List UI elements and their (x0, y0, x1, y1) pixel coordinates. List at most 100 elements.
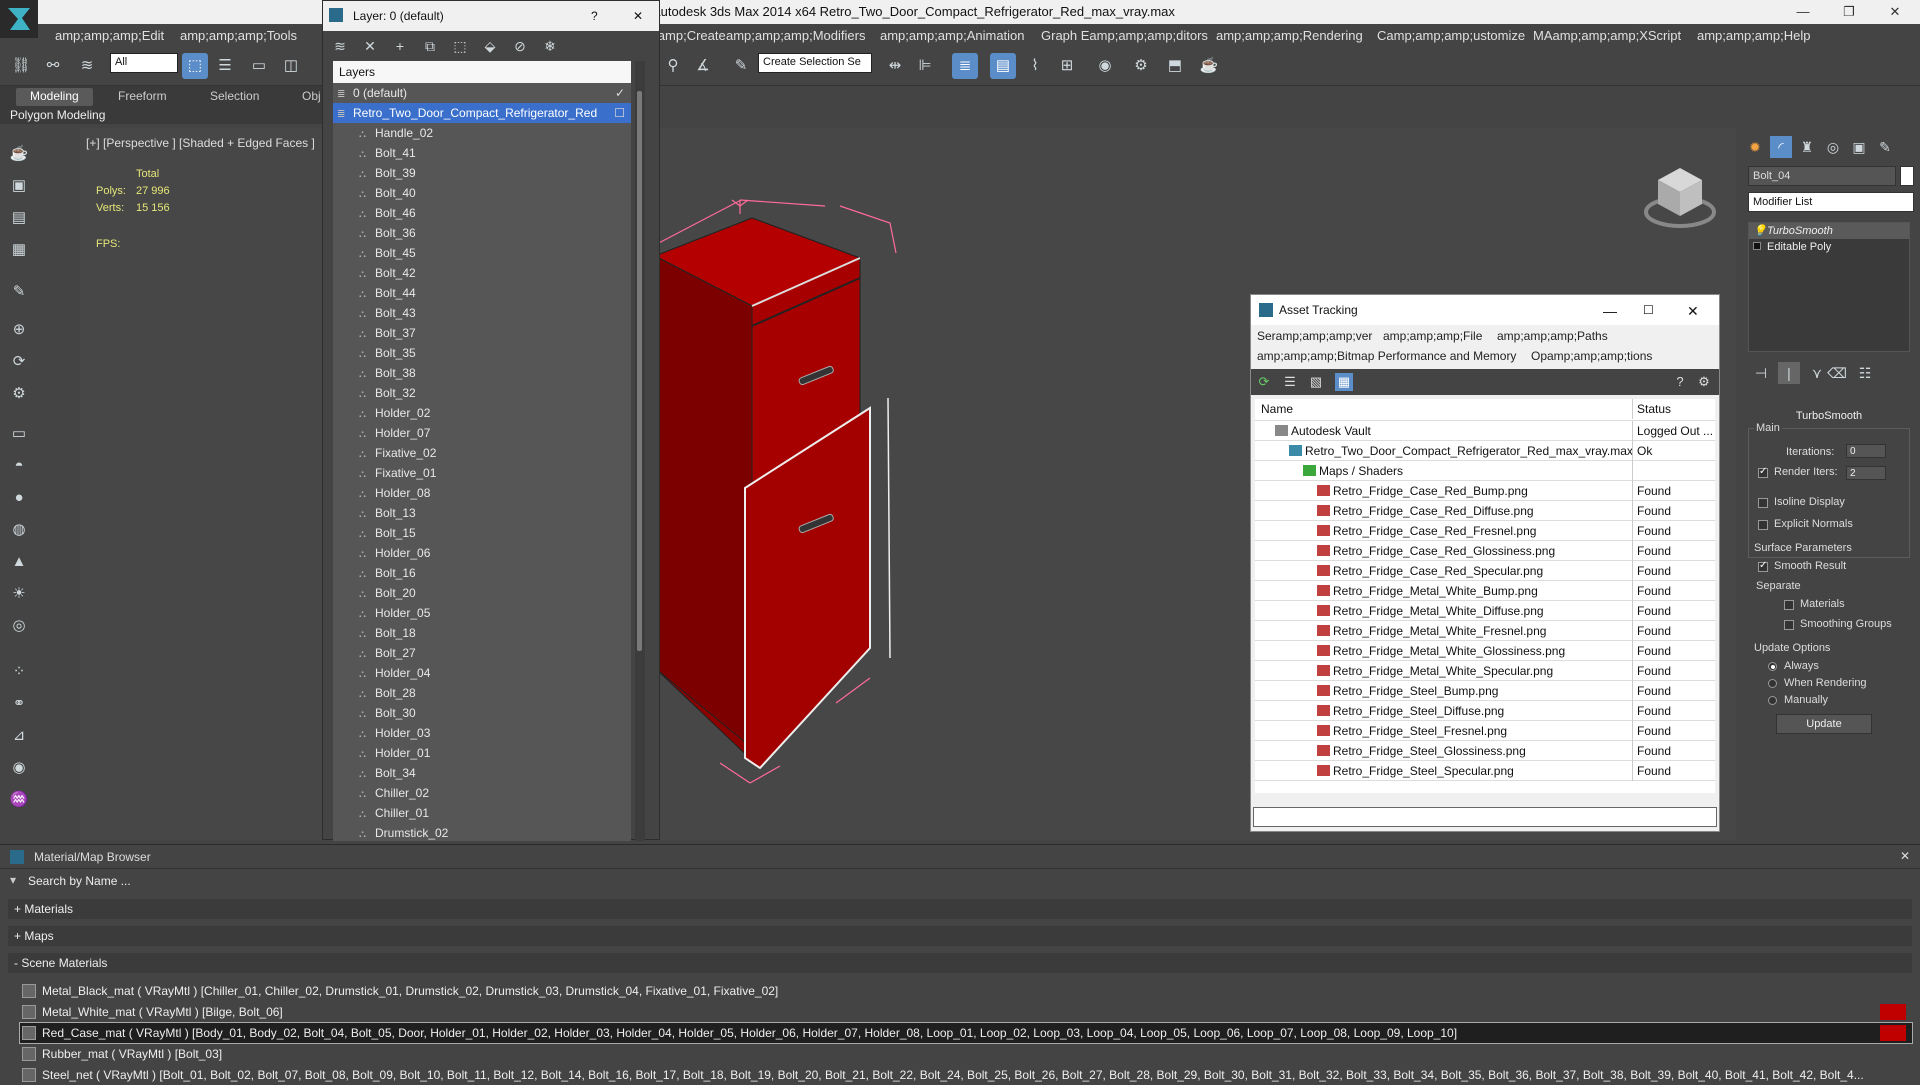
render-production-icon[interactable]: ☕ (1196, 53, 1222, 79)
add-to-layer-icon[interactable]: ⧉ (419, 36, 441, 56)
layer-scrollbar[interactable] (635, 61, 645, 841)
render-iters-spinner[interactable]: 2 (1846, 466, 1886, 480)
menu-edit[interactable]: amp;amp;amp;Edit (55, 28, 164, 43)
layer-row[interactable]: ⛬ Bolt_27 (333, 643, 631, 663)
layer-row[interactable]: ⛬ Holder_05 (333, 603, 631, 623)
asset-row[interactable]: Retro_Fridge_Metal_White_Fresnel.png Foun… (1255, 621, 1715, 641)
asset-close-button[interactable]: ✕ (1687, 303, 1699, 320)
menu-tools[interactable]: amp;amp;amp;Tools (180, 28, 297, 43)
dome-icon[interactable]: ◓ (7, 454, 31, 478)
layer-row[interactable]: ⛬ Bolt_36 (333, 223, 631, 243)
layer-row[interactable]: ⛬ Chiller_01 (333, 803, 631, 823)
named-selection-set-field[interactable]: Create Selection Se (758, 53, 872, 73)
asset-row[interactable]: Retro_Fridge_Metal_White_Bump.png Found (1255, 581, 1715, 601)
link-icon[interactable]: ⛓ (8, 53, 34, 79)
layer-row[interactable]: ⛬ Holder_08 (333, 483, 631, 503)
rect-selection-icon[interactable]: ▭ (246, 53, 272, 79)
highlight-layer-icon[interactable]: ⬙ (479, 36, 501, 56)
hierarchy-tab-icon[interactable]: ♜ (1796, 136, 1818, 158)
isoline-display-checkbox[interactable] (1758, 498, 1768, 508)
layers-column-header[interactable]: Layers (333, 61, 631, 83)
layer-row[interactable]: ⛬ Holder_04 (333, 663, 631, 683)
globe-icon[interactable]: ◉ (7, 756, 31, 780)
select-object-icon[interactable]: ⬚ (182, 53, 208, 79)
layer-row[interactable]: ⛬ Bolt_20 (333, 583, 631, 603)
layer-row[interactable]: ⛬ Bolt_42 (333, 263, 631, 283)
layer-row[interactable]: ⛬ Holder_07 (333, 423, 631, 443)
layer-row[interactable]: ⛬ Bolt_30 (333, 703, 631, 723)
layer-row[interactable]: ≣ 0 (default) ✓ (333, 83, 631, 103)
freeze-all-icon[interactable]: ❄ (539, 36, 561, 56)
asset-row[interactable]: Retro_Fridge_Case_Red_Diffuse.png Found (1255, 501, 1715, 521)
menu-customize[interactable]: Camp;amp;amp;ustomize (1377, 28, 1525, 43)
shell-icon[interactable]: ◍ (7, 518, 31, 542)
layer-row[interactable]: ⛬ Bolt_46 (333, 203, 631, 223)
restore-button[interactable]: ❐ (1826, 0, 1872, 24)
layer-row[interactable]: ⛬ Handle_02 (333, 123, 631, 143)
search-by-name-field[interactable]: Search by Name ... (28, 874, 131, 888)
browser-options-icon[interactable]: ▾ (10, 873, 16, 887)
table-view-icon[interactable]: ▦ (1335, 373, 1353, 391)
asset-row[interactable]: Retro_Fridge_Case_Red_Bump.png Found (1255, 481, 1715, 501)
graphite-toggle-icon[interactable]: ▤ (990, 53, 1016, 79)
selection-filter-dropdown[interactable]: All (110, 53, 178, 73)
update-button[interactable]: Update (1776, 714, 1872, 734)
layer-row[interactable]: ≣ Retro_Two_Door_Compact_Refrigerator_Red… (333, 103, 631, 123)
asset-row[interactable]: Retro_Fridge_Case_Red_Glossiness.png Foun… (1255, 541, 1715, 561)
asset-row[interactable]: Retro_Fridge_Metal_White_Glossiness.png F… (1255, 641, 1715, 661)
asset-row[interactable]: Retro_Fridge_Steel_Diffuse.png Found (1255, 701, 1715, 721)
close-button[interactable]: ✕ (1872, 0, 1918, 24)
layer-row[interactable]: ⛬ Bolt_37 (333, 323, 631, 343)
layer-row[interactable]: ⛬ Bolt_35 (333, 343, 631, 363)
separate-smoothing-groups-checkbox[interactable] (1784, 620, 1794, 630)
polygon-modeling-panel-label[interactable]: Polygon Modeling (10, 108, 105, 122)
tab-selection[interactable]: Selection (196, 88, 273, 106)
update-manually-radio[interactable] (1768, 696, 1777, 705)
layer-row[interactable]: ⛬ Bolt_32 (333, 383, 631, 403)
current-layer-check-icon[interactable]: ✓ (615, 83, 625, 103)
layer-row[interactable]: ⛬ Bolt_16 (333, 563, 631, 583)
layer-row[interactable]: ⛬ Bolt_43 (333, 303, 631, 323)
particles-icon[interactable]: ⁘ (7, 660, 31, 684)
layer-window-close-button[interactable]: ✕ (633, 9, 643, 23)
rotate-icon[interactable]: ⟳ (7, 350, 31, 374)
make-unique-icon[interactable]: ⋎ (1806, 362, 1828, 384)
section-materials[interactable]: + Materials (8, 899, 1912, 919)
layer-row[interactable]: ⛬ Holder_02 (333, 403, 631, 423)
section-maps[interactable]: + Maps (8, 926, 1912, 946)
refresh-icon[interactable]: ⟳ (1255, 373, 1273, 391)
asset-minimize-button[interactable]: — (1603, 303, 1617, 319)
new-layer-icon[interactable]: + (389, 36, 411, 56)
update-always-radio[interactable] (1768, 662, 1777, 671)
hide-all-icon[interactable]: ⊘ (509, 36, 531, 56)
asset-menu-paths[interactable]: amp;amp;amp;Paths (1497, 329, 1608, 343)
asset-row[interactable]: Retro_Fridge_Metal_White_Diffuse.png Foun… (1255, 601, 1715, 621)
delete-layer-icon[interactable]: ✕ (359, 36, 381, 56)
angle-snap-icon[interactable]: ∡ (690, 53, 716, 79)
utilities-tab-icon[interactable]: ✎ (1874, 136, 1896, 158)
select-by-name-icon[interactable]: ☰ (212, 53, 238, 79)
update-when-rendering-radio[interactable] (1768, 679, 1777, 688)
asset-row[interactable]: Retro_Fridge_Metal_White_Specular.png Fou… (1255, 661, 1715, 681)
asset-row[interactable]: Retro_Fridge_Steel_Fresnel.png Found (1255, 721, 1715, 741)
expand-icon[interactable] (1753, 242, 1761, 250)
scene-material-row[interactable]: Red_Case_mat ( VRayMtl ) [Body_01, Body_… (19, 1022, 1913, 1044)
bind-spacewarp-icon[interactable]: ≋ (74, 53, 100, 79)
plane-icon[interactable]: ▭ (7, 422, 31, 446)
layer-row[interactable]: ⛬ Fixative_01 (333, 463, 631, 483)
schematic-view-icon[interactable]: ⊞ (1054, 53, 1080, 79)
asset-row[interactable]: Retro_Fridge_Steel_Bump.png Found (1255, 681, 1715, 701)
layer-row[interactable]: ⛬ Bolt_38 (333, 363, 631, 383)
app-menu-button[interactable] (0, 0, 38, 38)
smooth-result-checkbox[interactable] (1758, 560, 1768, 572)
render-icon[interactable]: ▣ (7, 174, 31, 198)
layer-row[interactable]: ⛬ Holder_01 (333, 743, 631, 763)
tab-freeform[interactable]: Freeform (104, 88, 181, 106)
scene-material-row[interactable]: Metal_Black_mat ( VRayMtl ) [Chiller_01,… (20, 981, 1912, 1001)
paint-icon[interactable]: ✎ (7, 280, 31, 304)
layer-row[interactable]: ⛬ Bolt_45 (333, 243, 631, 263)
material-editor-icon[interactable]: ◉ (1092, 53, 1118, 79)
rollout-title[interactable]: TurboSmooth (1748, 410, 1910, 422)
layer-row[interactable]: ⛬ Bolt_13 (333, 503, 631, 523)
menu-animation[interactable]: amp;amp;amp;Animation (880, 28, 1025, 43)
